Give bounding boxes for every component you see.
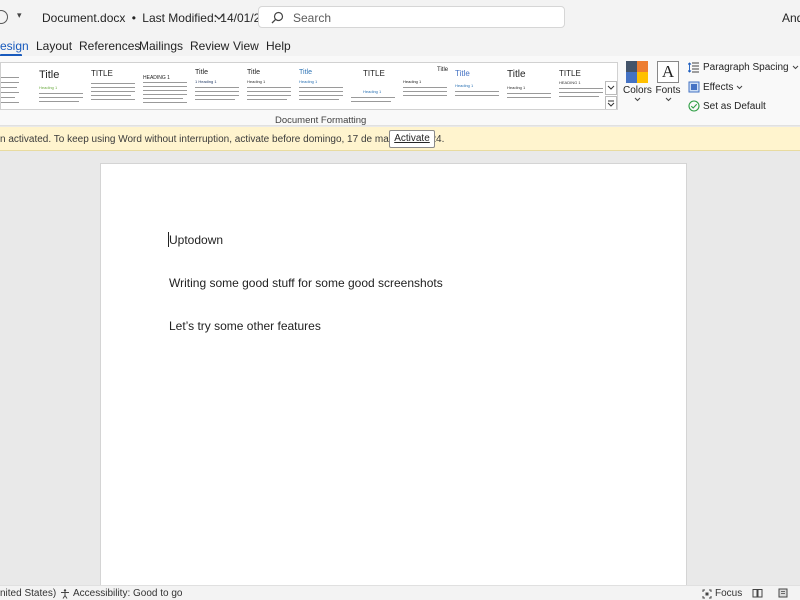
language-status[interactable]: nited States) <box>0 588 56 599</box>
style-set-thumb[interactable]: Title 1 Heading 1 <box>193 63 243 109</box>
tab-layout[interactable]: Layout <box>36 39 72 53</box>
user-name[interactable]: And <box>782 11 800 25</box>
style-set-thumb[interactable]: Title Heading 1 <box>245 63 295 109</box>
read-mode-icon[interactable] <box>752 588 763 600</box>
search-input[interactable] <box>293 10 543 25</box>
style-set-thumb[interactable]: Title Heading 1 <box>37 63 87 109</box>
activation-message: n activated. To keep using Word without … <box>0 134 445 145</box>
set-as-default-label: Set as Default <box>703 100 766 112</box>
style-set-thumb[interactable]: TITLE HEADING 1 <box>557 63 607 109</box>
style-set-thumb[interactable]: HEADING 1 <box>141 63 191 109</box>
more-icon <box>607 100 615 107</box>
chevron-down-icon <box>737 85 743 89</box>
paragraph-spacing-icon <box>688 62 699 73</box>
tab-view[interactable]: View <box>233 39 259 53</box>
focus-button[interactable]: Focus <box>702 588 742 599</box>
effects-label: Effects <box>703 81 734 93</box>
style-set-thumb[interactable]: TITLE Heading 1 <box>349 63 399 109</box>
chevron-down-icon <box>792 65 798 70</box>
paragraph-spacing-button[interactable]: Paragraph Spacing <box>688 62 799 73</box>
style-set-thumb[interactable]: TITLE <box>89 63 139 109</box>
set-as-default-button[interactable]: Set as Default <box>688 100 766 112</box>
search-box[interactable] <box>258 6 565 28</box>
document-canvas[interactable]: Uptodown Writing some good stuff for som… <box>0 151 800 593</box>
gallery-scroll-down[interactable] <box>605 81 617 95</box>
title-bar: ▾ Document.docx • Last Modified: 14/01/2… <box>0 0 800 34</box>
colors-button[interactable]: Colors <box>623 61 652 102</box>
style-set-thumb[interactable]: Title Heading 1 <box>453 63 503 109</box>
document-paragraph[interactable]: Writing some good stuff for some good sc… <box>169 276 443 290</box>
focus-icon <box>702 589 712 598</box>
tab-mailings[interactable]: Mailings <box>139 39 183 53</box>
document-paragraph[interactable]: Let’s try some other features <box>169 319 321 333</box>
activate-button-label: Activate <box>394 133 430 144</box>
document-title: Document.docx <box>42 11 126 25</box>
fonts-label: Fonts <box>655 85 681 96</box>
autosave-icon[interactable] <box>0 10 8 24</box>
chevron-down-icon <box>665 97 671 102</box>
colors-label: Colors <box>623 85 652 96</box>
fonts-icon: A <box>657 61 679 83</box>
focus-label: Focus <box>715 588 743 599</box>
style-set-thumb[interactable]: Title Heading 1 <box>401 63 451 109</box>
accessibility-icon <box>61 588 69 599</box>
tab-review[interactable]: Review <box>190 39 229 53</box>
chevron-down-icon[interactable] <box>214 12 224 22</box>
style-set-thumb[interactable]: Title Heading 1 <box>505 63 555 109</box>
print-layout-icon[interactable] <box>778 588 788 600</box>
style-set-thumb[interactable]: Title Heading 1 <box>297 63 347 109</box>
customize-quick-access-icon[interactable]: ▾ <box>17 10 22 21</box>
tab-design[interactable]: esign <box>0 39 29 53</box>
effects-button[interactable]: Effects <box>688 81 743 93</box>
document-page[interactable]: Uptodown Writing some good stuff for som… <box>100 163 687 593</box>
search-icon <box>271 11 284 24</box>
paragraph-spacing-label: Paragraph Spacing <box>703 62 789 73</box>
activate-button[interactable]: Activate <box>389 130 435 148</box>
ribbon-tabs: esign Layout References Mailings Review … <box>0 34 800 57</box>
fonts-button[interactable]: A Fonts <box>654 61 682 102</box>
style-set-thumb[interactable] <box>1 63 37 109</box>
chevron-down-icon <box>607 85 615 90</box>
accessibility-status[interactable]: Accessibility: Good to go <box>60 588 183 599</box>
effects-icon <box>688 81 700 93</box>
tab-help[interactable]: Help <box>266 39 291 53</box>
style-set-gallery: Title Heading 1 TITLE HEADING 1 Title 1 … <box>0 62 618 110</box>
activation-message-bar: n activated. To keep using Word without … <box>0 127 800 151</box>
document-paragraph[interactable]: Uptodown <box>169 233 223 247</box>
status-bar: nited States) Accessibility: Good to go … <box>0 585 800 600</box>
colors-icon <box>626 61 648 83</box>
document-title-area[interactable]: Document.docx • Last Modified: 14/01/202… <box>42 11 280 25</box>
title-separator: • <box>131 11 136 25</box>
gallery-more[interactable] <box>605 96 617 109</box>
tab-references[interactable]: References <box>79 39 140 53</box>
checkmark-circle-icon <box>688 100 700 112</box>
group-label-document-formatting: Document Formatting <box>275 115 367 126</box>
chevron-down-icon <box>634 97 640 102</box>
accessibility-label: Accessibility: Good to go <box>73 588 183 599</box>
